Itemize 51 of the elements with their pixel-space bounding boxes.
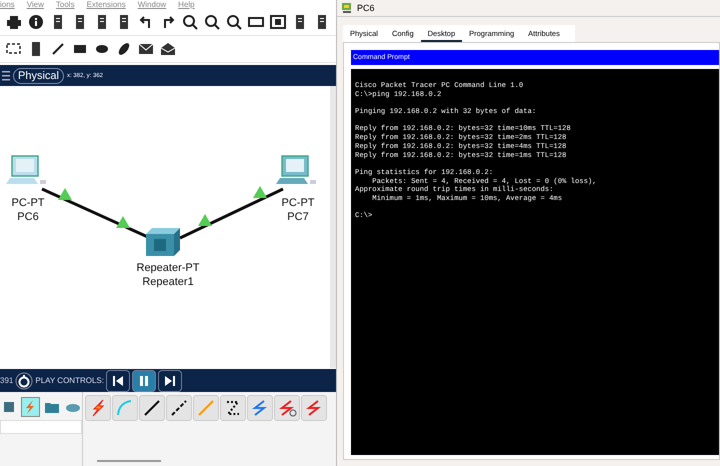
cable-type-icon[interactable] bbox=[166, 395, 192, 421]
cable-type-icon[interactable] bbox=[139, 395, 165, 421]
info-icon[interactable] bbox=[28, 14, 44, 30]
workspace-mode-button[interactable]: Physical bbox=[13, 68, 64, 84]
scrollbar[interactable] bbox=[330, 86, 336, 368]
link-status-triangle-icon bbox=[116, 216, 130, 228]
back-button[interactable] bbox=[106, 370, 130, 392]
mail-icon[interactable] bbox=[138, 42, 154, 56]
device-model-label: PC-PT bbox=[12, 197, 44, 209]
simulation-time: 391 bbox=[0, 376, 14, 385]
device-model-label: PC-PT bbox=[282, 197, 314, 209]
device-search-field[interactable] bbox=[0, 420, 82, 434]
scrollbar[interactable] bbox=[97, 460, 161, 462]
device-name-label: PC7 bbox=[287, 211, 309, 223]
window-title: PC6 bbox=[357, 3, 375, 13]
pc-icon[interactable] bbox=[276, 155, 316, 184]
select-icon[interactable] bbox=[6, 42, 22, 56]
menu-item[interactable]: Window bbox=[138, 0, 166, 9]
zoom-reset-icon[interactable] bbox=[204, 14, 220, 30]
link-status-triangle-icon bbox=[58, 188, 72, 200]
line-icon[interactable] bbox=[50, 42, 66, 56]
device-name-label: PC6 bbox=[17, 211, 39, 223]
play-controls-label: PLAY CONTROLS: bbox=[35, 376, 104, 385]
zoom-in-icon[interactable] bbox=[182, 14, 198, 30]
freeform-icon[interactable] bbox=[116, 42, 132, 56]
repeater-icon[interactable] bbox=[146, 228, 180, 256]
pause-button[interactable] bbox=[132, 370, 156, 392]
cable-type-icon[interactable] bbox=[220, 395, 246, 421]
ellipse-icon[interactable] bbox=[94, 42, 110, 56]
rect-icon[interactable] bbox=[72, 42, 88, 56]
menu-item[interactable]: Tools bbox=[56, 0, 75, 9]
rectangle-icon[interactable] bbox=[248, 14, 264, 30]
menu-item[interactable]: Help bbox=[178, 0, 195, 9]
link-status-triangle-icon bbox=[198, 214, 212, 226]
skip-back-icon bbox=[110, 374, 125, 386]
pc-icon[interactable] bbox=[6, 155, 46, 184]
device-model-label: Repeater-PT bbox=[136, 262, 200, 274]
list-icon[interactable] bbox=[2, 68, 10, 82]
forward-button[interactable] bbox=[158, 370, 182, 392]
zoom-out-icon[interactable] bbox=[226, 14, 242, 30]
device-name-label: Repeater1 bbox=[142, 276, 194, 288]
menu-item[interactable]: ions bbox=[0, 0, 15, 9]
lightning-icon[interactable] bbox=[22, 398, 39, 416]
menu-item[interactable]: Extensions bbox=[86, 0, 126, 9]
open-mail-icon[interactable] bbox=[160, 42, 176, 56]
link-status-triangle-icon bbox=[253, 186, 267, 198]
timer-icon[interactable] bbox=[15, 372, 34, 390]
pc-icon bbox=[341, 2, 353, 14]
window-icon[interactable] bbox=[270, 14, 286, 30]
skip-forward-icon bbox=[162, 374, 177, 386]
menu-item[interactable]: View bbox=[26, 0, 44, 9]
